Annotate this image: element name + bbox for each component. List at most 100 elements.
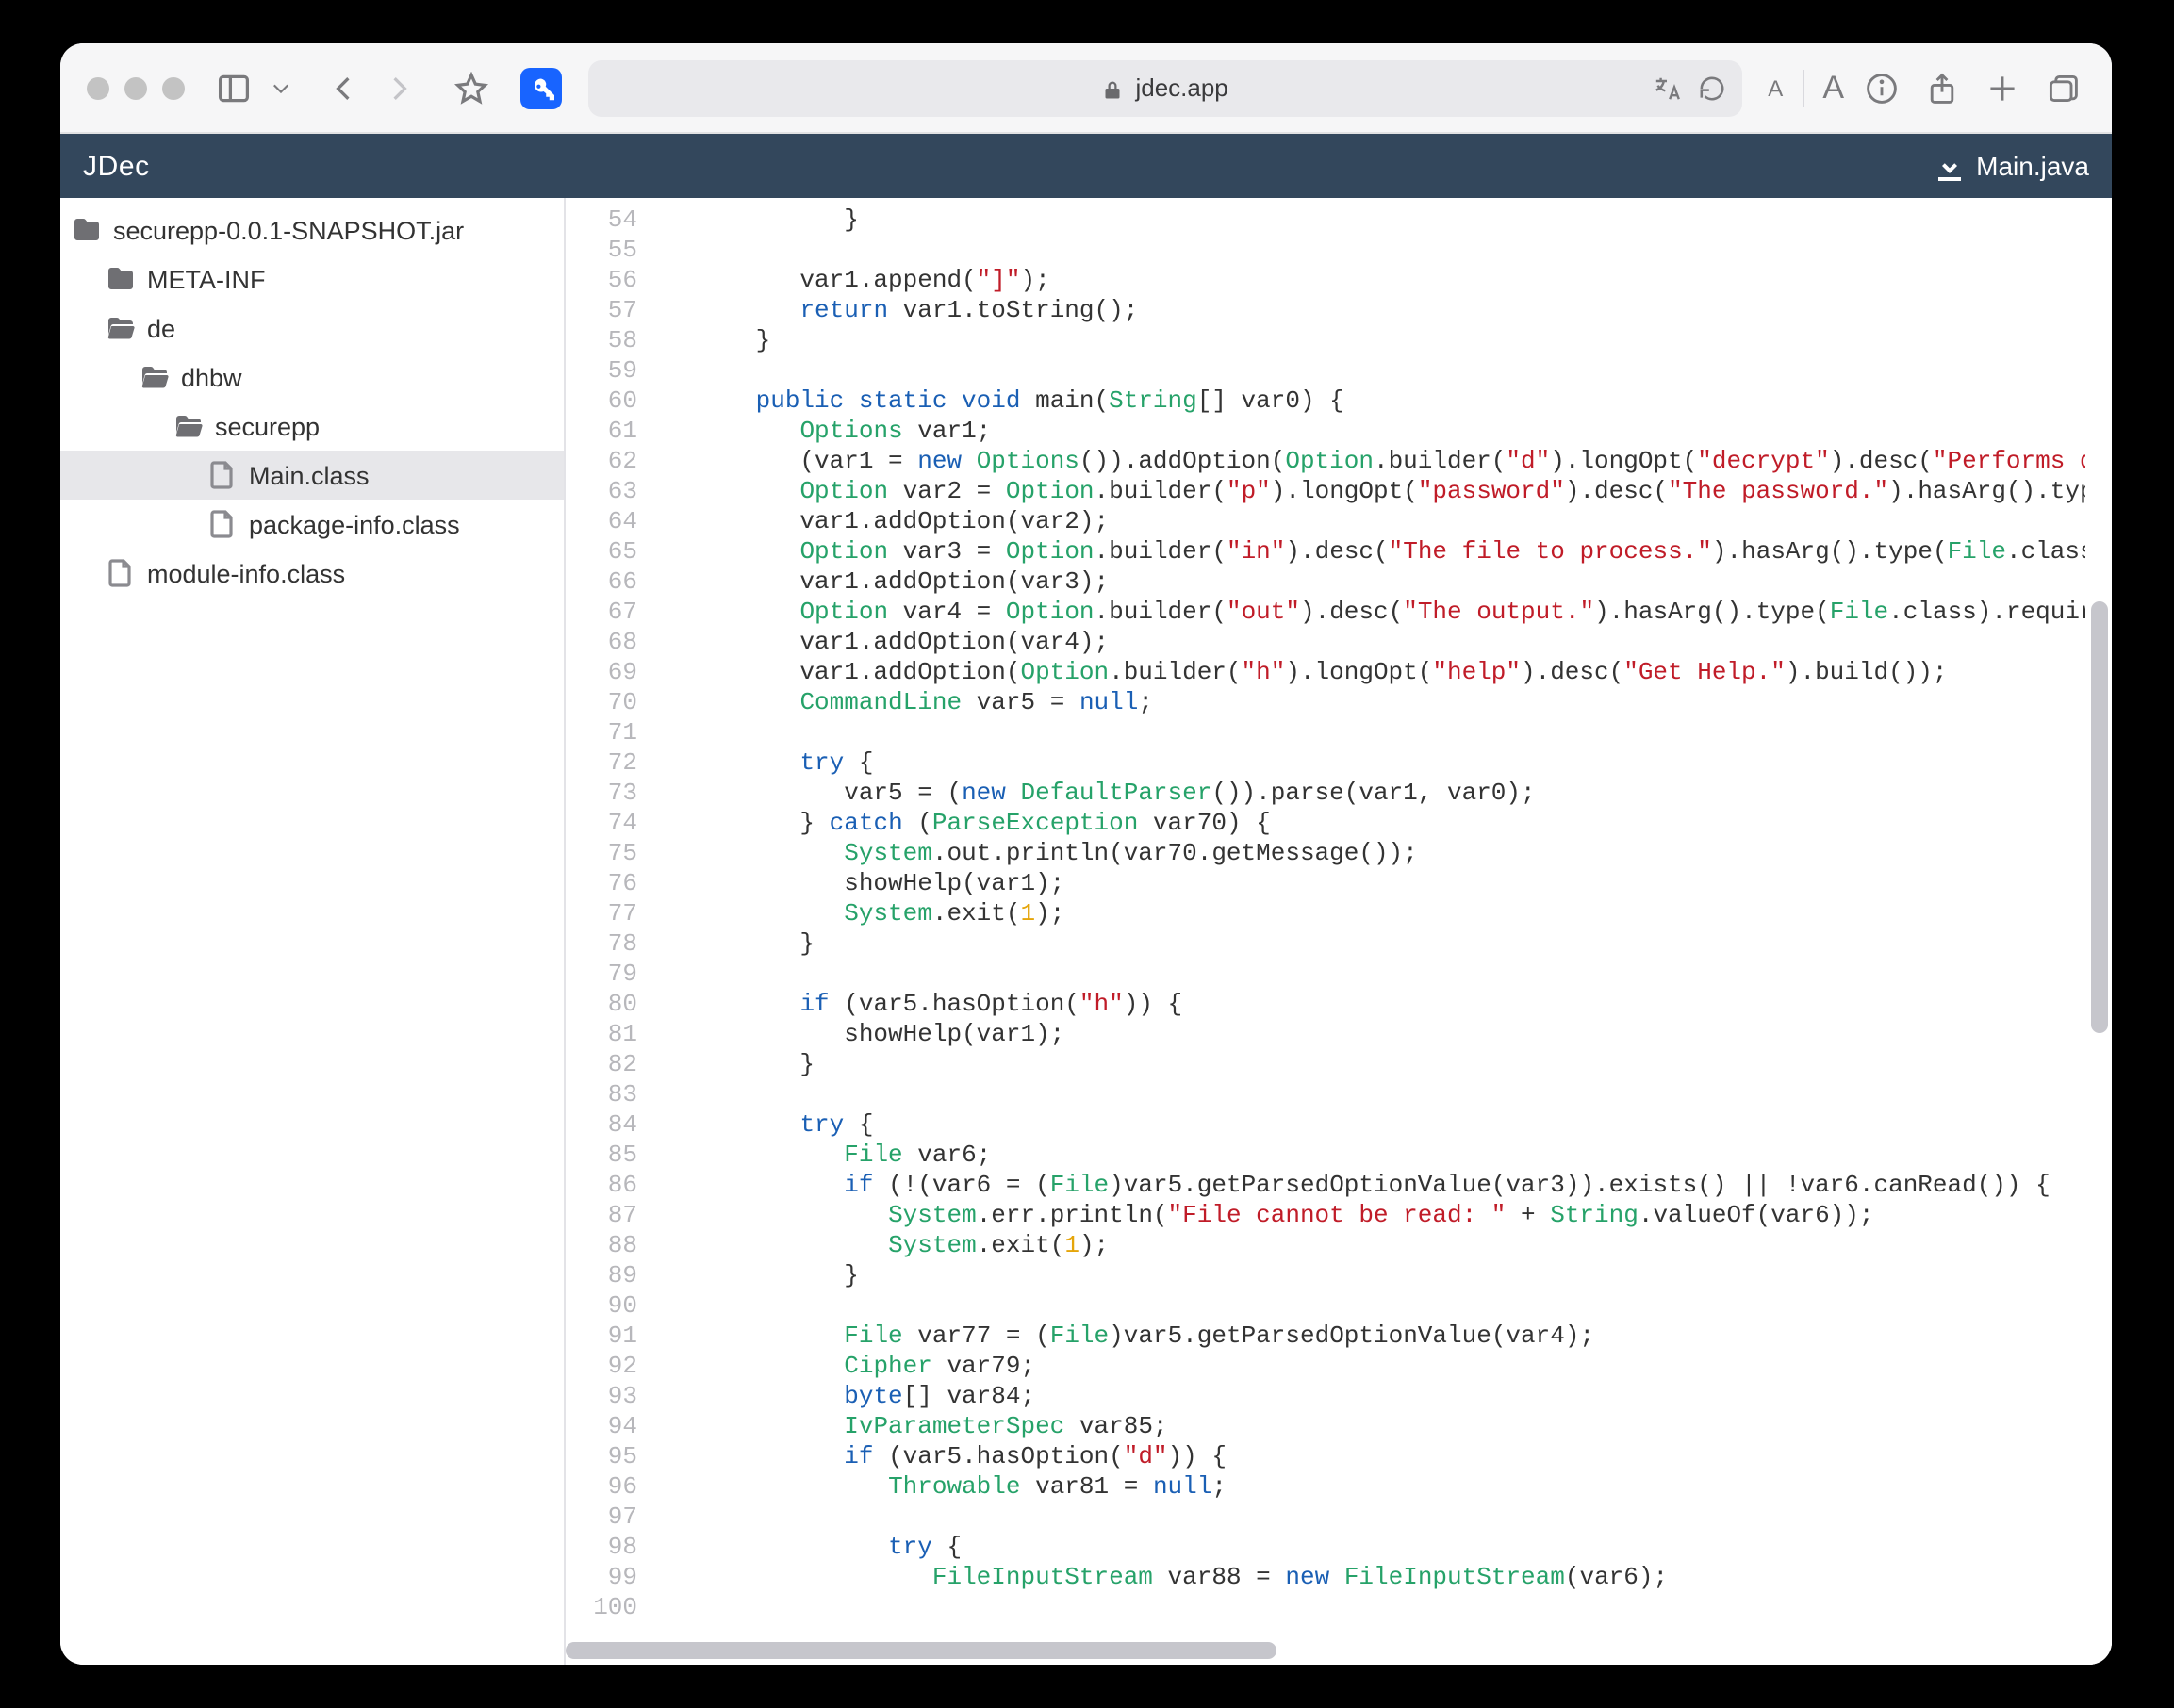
code-line: } (667, 205, 2112, 236)
file-icon (207, 509, 238, 539)
tabs-overview-button[interactable] (2040, 65, 2085, 110)
code-line (667, 1291, 2112, 1322)
code-line: } (667, 1261, 2112, 1291)
line-number: 85 (566, 1141, 637, 1171)
sidebar-menu-chevron-icon[interactable] (268, 65, 294, 110)
line-number: 68 (566, 628, 637, 658)
line-number: 64 (566, 507, 637, 537)
code-line (667, 236, 2112, 266)
code-editor[interactable]: 5455565758596061626364656667686970717273… (566, 198, 2112, 1665)
tree-row-folder[interactable]: de (60, 304, 564, 353)
line-number: 78 (566, 929, 637, 960)
code-line: Options var1; (667, 417, 2112, 447)
line-number: 57 (566, 296, 637, 326)
tree-row-folder[interactable]: securepp-0.0.1-SNAPSHOT.jar (60, 205, 564, 255)
close-window-button[interactable] (87, 76, 109, 99)
code-line: Option var3 = Option.builder("in").desc(… (667, 537, 2112, 567)
line-number: 76 (566, 869, 637, 899)
app-brand[interactable]: JDec (83, 150, 150, 182)
address-bar-url: jdec.app (1135, 74, 1227, 102)
code-line: } (667, 1050, 2112, 1080)
horizontal-scrollbar-thumb[interactable] (566, 1642, 1276, 1659)
address-bar[interactable]: jdec.app (588, 59, 1741, 116)
folder-open-icon (106, 313, 136, 343)
tree-row-label: META-INF (147, 265, 266, 293)
code-line: try { (667, 1110, 2112, 1141)
line-number: 89 (566, 1261, 637, 1291)
code-line: } (667, 326, 2112, 356)
line-number: 67 (566, 598, 637, 628)
code-line: var1.addOption(var3); (667, 567, 2112, 598)
tree-row-label: securepp-0.0.1-SNAPSHOT.jar (113, 216, 464, 244)
line-number: 91 (566, 1322, 637, 1352)
tree-row-folder[interactable]: META-INF (60, 255, 564, 304)
line-number: 99 (566, 1563, 637, 1593)
line-number: 88 (566, 1231, 637, 1261)
code-line: var1.addOption(Option.builder("h").longO… (667, 658, 2112, 688)
code-line: Throwable var81 = null; (667, 1472, 2112, 1503)
sidebar-toggle-button[interactable] (211, 65, 256, 110)
vertical-scrollbar[interactable] (2085, 198, 2112, 1638)
line-number-gutter: 5455565758596061626364656667686970717273… (566, 198, 652, 1665)
code-line: System.out.println(var70.getMessage()); (667, 839, 2112, 869)
tree-row-label: Main.class (249, 461, 370, 489)
code-line: } catch (ParseException var70) { (667, 809, 2112, 839)
text-size-decrease-button[interactable]: A (1768, 74, 1783, 101)
line-number: 61 (566, 417, 637, 447)
code-line: System.err.println("File cannot be read:… (667, 1201, 2112, 1231)
tree-row-label: securepp (215, 412, 320, 440)
app-content: securepp-0.0.1-SNAPSHOT.jar META-INF de dhb… (60, 198, 2112, 1665)
code-line: byte[] var84; (667, 1382, 2112, 1412)
app-header: JDec Main.java (60, 134, 2112, 198)
line-number: 54 (566, 205, 637, 236)
minimize-window-button[interactable] (124, 76, 147, 99)
tree-row-folder[interactable]: dhbw (60, 353, 564, 402)
code-line: var1.addOption(var4); (667, 628, 2112, 658)
code-line (667, 960, 2112, 990)
code-line: IvParameterSpec var85; (667, 1412, 2112, 1442)
line-number: 84 (566, 1110, 637, 1141)
tree-row-label: de (147, 314, 175, 342)
code-line: Cipher var79; (667, 1352, 2112, 1382)
share-button[interactable] (1919, 65, 1965, 110)
line-number: 56 (566, 266, 637, 296)
code-line: Option var4 = Option.builder("out").desc… (667, 598, 2112, 628)
line-number: 82 (566, 1050, 637, 1080)
translate-icon[interactable] (1651, 73, 1681, 103)
code-line: File var77 = (File)var5.getParsedOptionV… (667, 1322, 2112, 1352)
folder-icon (72, 215, 102, 245)
file-tree-sidebar: securepp-0.0.1-SNAPSHOT.jar META-INF de dhb… (60, 198, 566, 1665)
line-number: 58 (566, 326, 637, 356)
page-info-button[interactable] (1859, 65, 1904, 110)
tree-row-file[interactable]: package-info.class (60, 500, 564, 549)
line-number: 98 (566, 1533, 637, 1563)
refresh-icon[interactable] (1696, 73, 1726, 103)
text-size-increase-button[interactable]: A (1822, 69, 1844, 107)
tree-row-file[interactable]: Main.class (60, 451, 564, 500)
horizontal-scrollbar[interactable] (566, 1638, 2112, 1665)
line-number: 73 (566, 779, 637, 809)
file-icon (106, 558, 136, 588)
tree-row-label: module-info.class (147, 559, 345, 587)
code-line: (var1 = new Options()).addOption(Option.… (667, 447, 2112, 477)
bookmark-star-button[interactable] (449, 65, 494, 110)
nav-back-button[interactable] (321, 65, 366, 110)
vertical-scrollbar-thumb[interactable] (2091, 601, 2108, 1033)
line-number: 66 (566, 567, 637, 598)
folder-open-icon (173, 411, 204, 441)
code-content: } var1.append("]"); return var1.toString… (652, 198, 2112, 1665)
line-number: 77 (566, 899, 637, 929)
download-file-button[interactable]: Main.java (1935, 151, 2089, 181)
code-line (667, 718, 2112, 748)
code-line: File var6; (667, 1141, 2112, 1171)
new-tab-button[interactable] (1980, 65, 2025, 110)
nav-forward-button[interactable] (377, 65, 422, 110)
tree-row-file[interactable]: module-info.class (60, 549, 564, 598)
tree-row-folder[interactable]: securepp (60, 402, 564, 451)
maximize-window-button[interactable] (162, 76, 185, 99)
current-file-label: Main.java (1976, 151, 2089, 181)
password-manager-icon[interactable] (520, 67, 562, 108)
line-number: 72 (566, 748, 637, 779)
line-number: 92 (566, 1352, 637, 1382)
code-line: return var1.toString(); (667, 296, 2112, 326)
